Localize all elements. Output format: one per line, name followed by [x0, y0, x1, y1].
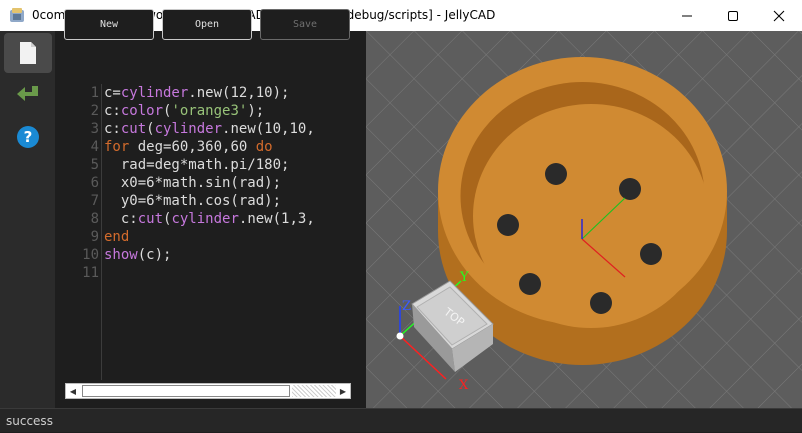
3d-scene: TOP Y Z X [366, 31, 802, 408]
scrollbar-thumb[interactable] [82, 385, 290, 397]
line-number: 9 [90, 229, 99, 245]
code-line: rad=deg*math.pi/180; [104, 157, 290, 173]
activity-bar: ? [0, 31, 55, 408]
code-line: c:cut(cylinder.new(10,10, [104, 121, 315, 137]
line-number: 8 [90, 211, 99, 227]
close-icon [773, 10, 785, 21]
activity-file-button[interactable] [4, 33, 52, 73]
line-number: 7 [90, 193, 99, 209]
activity-run-button[interactable] [4, 75, 52, 115]
3d-viewport[interactable]: TOP Y Z X [366, 31, 802, 408]
maximize-button[interactable] [710, 0, 756, 31]
scroll-right-icon[interactable]: ▶ [336, 384, 350, 398]
new-button[interactable]: New [64, 9, 154, 40]
close-button[interactable] [756, 0, 802, 31]
code-line: end [104, 229, 130, 245]
line-number: 3 [90, 121, 99, 137]
line-number: 6 [90, 175, 99, 191]
status-text: success [6, 414, 53, 428]
line-number: 2 [90, 103, 99, 119]
file-icon [20, 42, 36, 64]
line-number: 5 [90, 157, 99, 173]
line-number: 11 [82, 265, 99, 281]
horizontal-scrollbar[interactable]: ◀ ▶ [65, 383, 351, 399]
open-button[interactable]: Open [162, 9, 252, 40]
maximize-icon [728, 10, 738, 21]
svg-text:?: ? [24, 128, 33, 146]
activity-help-button[interactable]: ? [4, 117, 52, 157]
help-icon: ? [17, 126, 39, 148]
line-number: 1 [90, 85, 99, 101]
line-number: 4 [90, 139, 99, 155]
run-arrow-icon [17, 86, 38, 101]
code-line: c:cut(cylinder.new(1,3, [104, 211, 315, 227]
axis-x-label: X [459, 378, 469, 393]
axis-y-label: Y [459, 270, 469, 285]
axis-z-label: Z [402, 299, 411, 314]
code-line: c:color('orange3'); [104, 103, 265, 119]
code-line: x0=6*math.sin(rad); [104, 175, 282, 191]
code-line: for deg=60,360,60 do [104, 139, 273, 155]
code-line: show(c); [104, 247, 172, 263]
minimize-icon [682, 15, 692, 16]
code-line: y0=6*math.cos(rad); [104, 193, 282, 209]
code-line: c=cylinder.new(12,10); [104, 85, 290, 101]
scroll-left-icon[interactable]: ◀ [66, 384, 80, 398]
minimize-button[interactable] [664, 0, 710, 31]
line-number: 10 [82, 247, 99, 263]
jellycad-app-icon [10, 8, 24, 22]
save-button: Save [260, 9, 350, 40]
gutter-divider [101, 84, 102, 380]
scrollbar-track [292, 385, 336, 397]
code-editor[interactable]: c=cylinder.new(12,10); c:color('orange3'… [104, 84, 366, 364]
status-bar: success [0, 408, 802, 432]
